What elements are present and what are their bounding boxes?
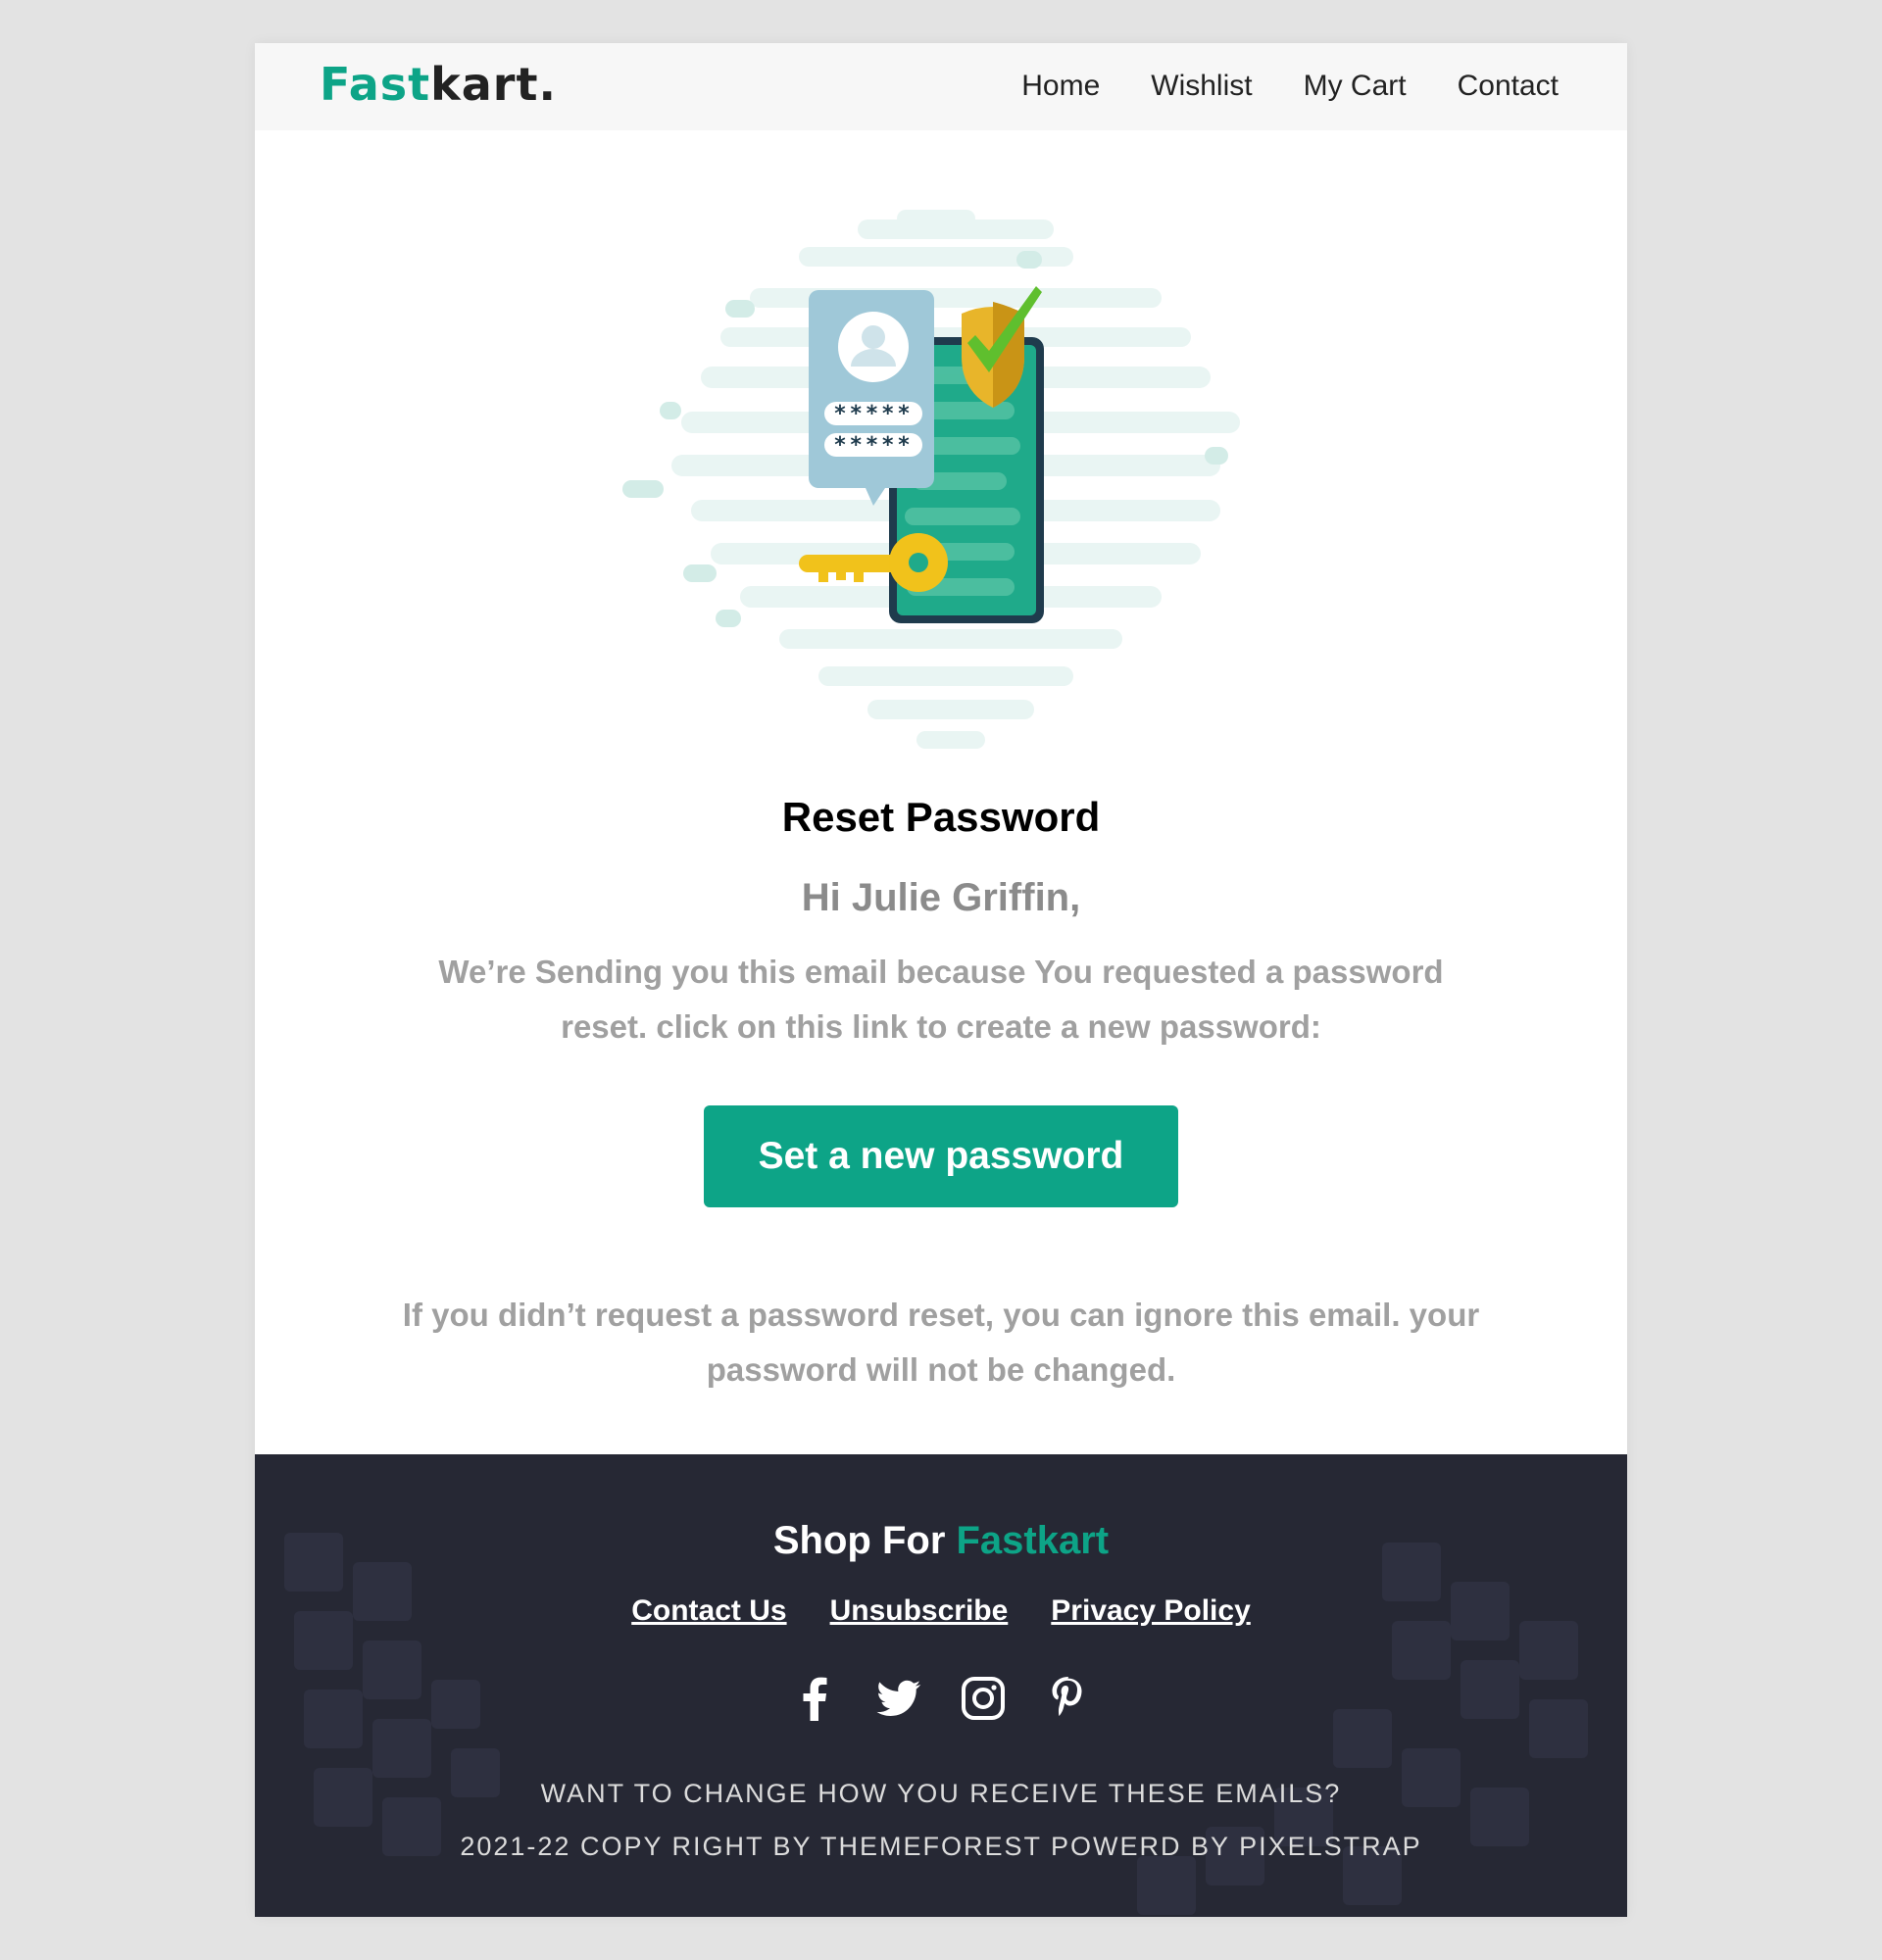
fastkart-logo[interactable]: Fastkart. — [320, 57, 557, 112]
logo-secondary: kart. — [430, 58, 557, 111]
password-mask-1: ***** — [833, 402, 913, 426]
login-card-illustration: ***** ***** — [809, 290, 934, 506]
ignore-note-text: If you didn’t request a password reset, … — [402, 1297, 1480, 1388]
contact-us-link[interactable]: Contact Us — [631, 1592, 786, 1631]
greeting-text: Hi Julie Griffin, — [801, 876, 1081, 919]
logo-primary: Fast — [320, 58, 431, 111]
password-mask-2: ***** — [833, 433, 913, 458]
email-header: Fastkart. Home Wishlist My Cart Contact — [255, 43, 1627, 130]
footer-title-prefix: Shop For — [772, 1519, 957, 1562]
privacy-policy-link[interactable]: Privacy Policy — [1051, 1592, 1250, 1631]
set-new-password-button[interactable]: Set a new password — [704, 1105, 1178, 1207]
page-title: Reset Password — [781, 794, 1101, 840]
unsubscribe-link[interactable]: Unsubscribe — [830, 1592, 1009, 1631]
footer-preferences-text: WANT TO CHANGE HOW YOU RECEIVE THESE EMA… — [540, 1779, 1342, 1808]
footer-links: Contact Us Unsubscribe Privacy Policy — [255, 1592, 1627, 1631]
email-footer: Shop For Fastkart Contact Us Unsubscribe… — [255, 1454, 1627, 1917]
footer-copyright-text: 2021-22 COPY RIGHT BY THEMEFOREST POWERD… — [460, 1832, 1422, 1861]
pinterest-icon[interactable] — [1044, 1674, 1091, 1723]
instagram-icon[interactable] — [960, 1674, 1007, 1723]
nav-my-cart[interactable]: My Cart — [1304, 67, 1407, 106]
email-container: Fastkart. Home Wishlist My Cart Contact — [255, 43, 1627, 1917]
social-links — [255, 1674, 1627, 1723]
header-nav: Home Wishlist My Cart Contact — [1021, 67, 1559, 106]
key-icon — [799, 533, 948, 592]
nav-wishlist[interactable]: Wishlist — [1151, 67, 1252, 106]
footer-title: Shop For Fastkart — [255, 1515, 1627, 1566]
nav-home[interactable]: Home — [1021, 67, 1100, 106]
twitter-icon[interactable] — [875, 1674, 922, 1723]
footer-title-brand: Fastkart — [956, 1519, 1110, 1562]
reset-password-illustration: ***** ***** — [622, 210, 1240, 749]
nav-contact[interactable]: Contact — [1458, 67, 1559, 106]
message-text: We’re Sending you this email because You… — [438, 954, 1444, 1045]
facebook-icon[interactable] — [791, 1674, 838, 1723]
